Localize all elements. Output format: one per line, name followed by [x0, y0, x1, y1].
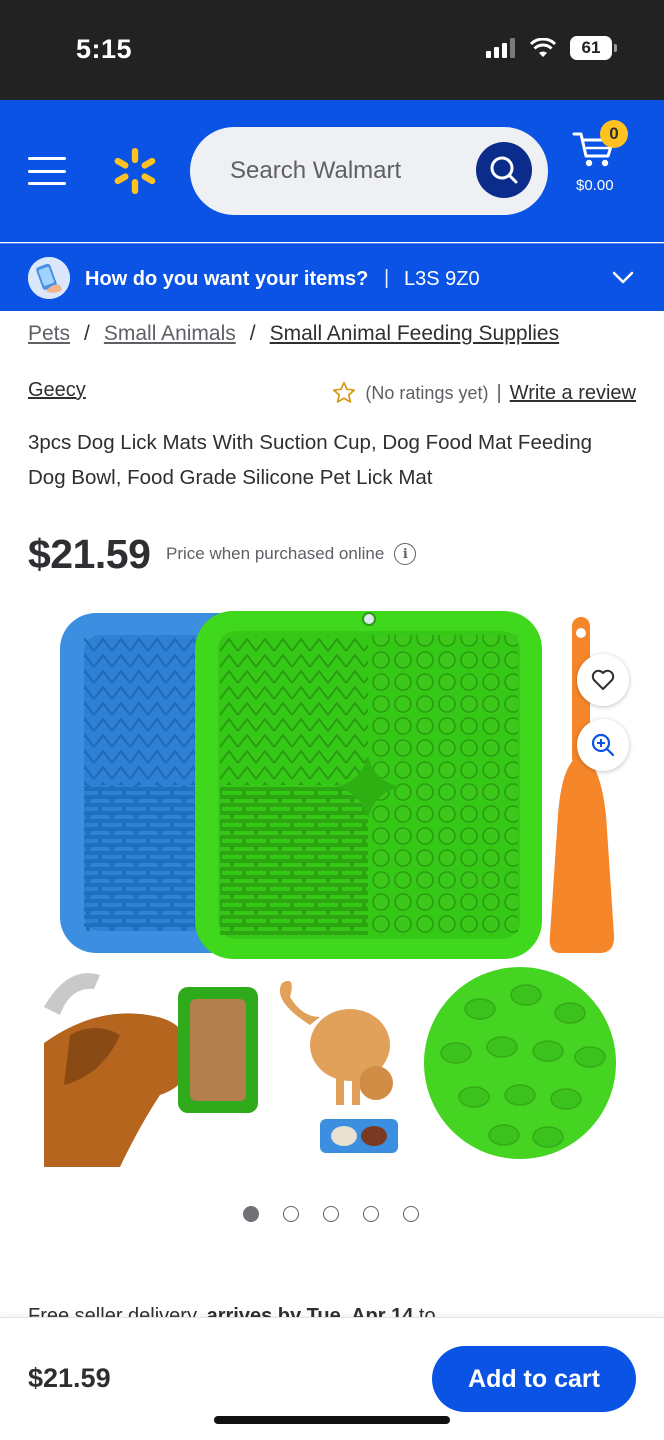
rating-separator: | — [496, 381, 502, 404]
status-time: 5:15 — [76, 34, 133, 64]
product-image[interactable] — [40, 605, 630, 1175]
walmart-spark-logo[interactable] — [110, 146, 160, 196]
search-input[interactable]: Search Walmart — [190, 127, 548, 215]
carousel-dot[interactable] — [403, 1206, 419, 1222]
phone-hand-icon — [28, 257, 70, 299]
carousel-dot[interactable] — [243, 1206, 259, 1222]
menu-button[interactable] — [28, 157, 66, 185]
breadcrumb-separator: / — [249, 322, 256, 345]
zoom-button[interactable] — [577, 719, 629, 771]
product-price: $21.59 — [28, 531, 151, 577]
product-title: 3pcs Dog Lick Mats With Suction Cup, Dog… — [28, 431, 593, 489]
price-note: Price when purchased online i — [166, 543, 417, 565]
delivery-selector[interactable]: How do you want your items? | L3S 9Z0 — [0, 243, 664, 311]
search-button[interactable] — [476, 142, 532, 198]
brand-link[interactable]: Geecy — [28, 379, 86, 402]
bottom-price: $21.59 — [28, 1363, 111, 1393]
delivery-separator: | — [384, 267, 390, 289]
search-placeholder: Search Walmart — [230, 157, 402, 184]
chevron-down-icon — [612, 271, 634, 284]
carousel-dot[interactable] — [283, 1206, 299, 1222]
status-icons: 61 — [486, 36, 617, 60]
image-carousel-dots — [243, 1206, 419, 1222]
status-bar: 5:15 61 — [0, 0, 664, 100]
hamburger-line — [28, 157, 66, 160]
signal-icon — [486, 38, 515, 58]
breadcrumb: Pets / Small Animals / Small Animal Feed… — [28, 322, 559, 346]
header: Search Walmart 0 $0.00 — [0, 100, 664, 242]
postal-code: L3S 9Z0 — [404, 268, 480, 290]
rating-text: (No ratings yet) — [365, 382, 489, 403]
star-icon — [333, 381, 356, 403]
wifi-icon — [530, 38, 556, 57]
hamburger-line — [28, 182, 66, 185]
breadcrumb-separator: / — [84, 322, 90, 345]
info-icon[interactable]: i — [394, 543, 417, 565]
rating-row: (No ratings yet) | Write a review — [331, 380, 636, 406]
hamburger-line — [28, 169, 66, 173]
heart-icon — [591, 669, 615, 690]
breadcrumb-link-feeding-supplies[interactable]: Small Animal Feeding Supplies — [270, 322, 560, 346]
delivery-options-icon — [28, 257, 70, 299]
write-review-link[interactable]: Write a review — [510, 382, 636, 405]
carousel-dot[interactable] — [363, 1206, 379, 1222]
delivery-question: How do you want your items? — [85, 268, 369, 290]
price-note-text: Price when purchased online — [166, 544, 385, 563]
home-indicator[interactable] — [214, 1416, 450, 1424]
add-to-cart-button[interactable]: Add to cart — [432, 1346, 636, 1412]
zoom-in-icon — [591, 733, 615, 757]
cart-total: $0.00 — [576, 177, 614, 194]
carousel-dot[interactable] — [323, 1206, 339, 1222]
search-icon — [490, 156, 518, 184]
breadcrumb-link-pets[interactable]: Pets — [28, 322, 70, 346]
favorite-button[interactable] — [577, 654, 629, 706]
battery-indicator: 61 — [570, 36, 617, 60]
breadcrumb-link-small-animals[interactable]: Small Animals — [104, 322, 236, 346]
cart-count-badge: 0 — [600, 120, 628, 148]
